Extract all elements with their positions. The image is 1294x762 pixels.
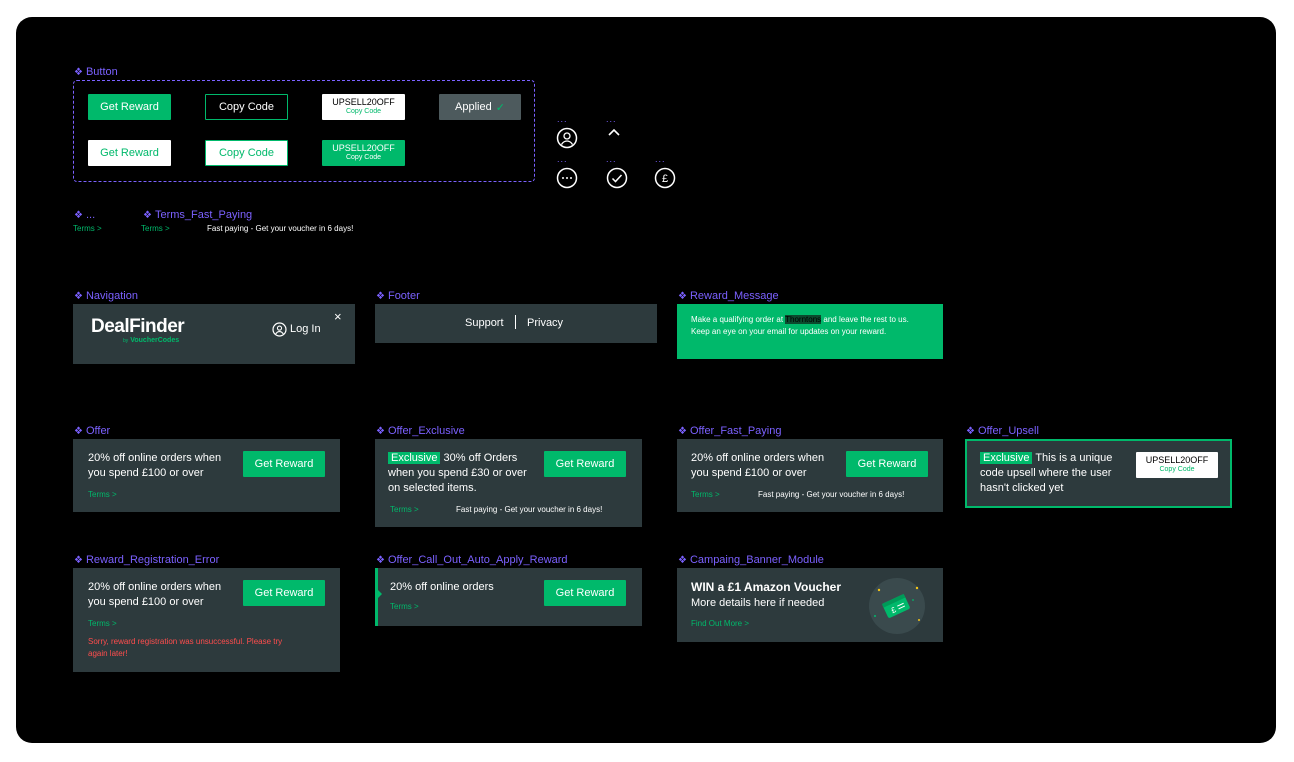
offer-upsell-card: Exclusive This is a unique code upsell w… [965,439,1232,508]
component-label: ❖ Campaing_Banner_Module [678,554,824,566]
terms-link[interactable]: Terms > [73,224,102,233]
campaign-subtitle: More details here if needed [691,597,825,609]
offer-text: Exclusive 30% off Orders when you spend … [388,452,527,494]
component-label: ❖ Footer [376,290,420,302]
offer-text: 20% off online orders when you spend £10… [691,452,825,479]
chevron-up-icon [608,128,620,136]
component-label: ❖ Offer_Call_Out_Auto_Apply_Reward [376,554,568,566]
logo[interactable]: DealFinder [91,316,185,338]
offer-callout-card: 20% off online orders Get Reward Terms > [375,568,642,626]
component-label: ❖ Navigation [74,290,138,302]
applied-button[interactable]: Applied ✓ [439,94,521,120]
fast-paying-text: Fast paying - Get your voucher in 6 days… [758,490,905,499]
offer-text: 20% off online orders [390,581,494,593]
component-label: ❖ Offer_Exclusive [376,425,465,437]
terms-link[interactable]: Terms > [390,505,419,514]
terms-link[interactable]: Terms > [390,602,419,611]
fast-paying-text: Fast paying - Get your voucher in 6 days… [456,505,603,514]
component-label: ❖ Offer_Upsell [966,425,1039,437]
terms-link[interactable]: Terms > [88,490,117,499]
component-label: ❖ Terms_Fast_Paying [143,209,253,221]
offer-text: Exclusive This is a unique code upsell w… [980,452,1113,494]
component-label: ❖ Reward_Message [678,290,779,302]
logo-sub: by VoucherCodes [123,337,180,344]
more-icon [556,167,578,189]
campaign-title: WIN a £1 Amazon Voucher [691,580,842,594]
user-icon [272,322,287,337]
divider [515,315,516,329]
support-link[interactable]: Support [465,316,504,331]
user-icon [556,127,578,149]
find-out-more-link[interactable]: Find Out More > [691,619,749,628]
code-button[interactable]: UPSELL20OFF Copy Code [322,94,405,120]
get-reward-button[interactable]: Get Reward [846,451,928,477]
offer-card: 20% off online orders when you spend £10… [73,439,340,512]
get-reward-button[interactable]: Get Reward [243,580,325,606]
svg-text:£: £ [662,173,668,185]
reward-message-text: Make a qualifying order at Thorntons and… [691,315,909,336]
code-button[interactable]: UPSELL20OFF Copy Code [1136,452,1218,478]
offer-exclusive-card: Exclusive 30% off Orders when you spend … [375,439,642,527]
navigation-bar: DealFinder by VoucherCodes Log In × [73,304,355,364]
offer-fast-paying-card: 20% off online orders when you spend £10… [677,439,943,512]
exclusive-badge: Exclusive [388,452,441,464]
error-message: Sorry, reward registration was unsuccess… [88,637,283,658]
campaign-banner: WIN a £1 Amazon Voucher More details her… [677,568,943,642]
callout-arrow-icon [378,590,382,598]
terms-link[interactable]: Terms > [88,619,117,628]
copy-code-button[interactable]: Copy Code [205,94,288,120]
reward-error-card: 20% off online orders when you spend £10… [73,568,340,672]
terms-link[interactable]: Terms > [141,224,170,233]
icon-label: ... [655,154,666,164]
footer: Support Privacy [375,304,657,343]
terms-link[interactable]: Terms > [691,490,720,499]
get-reward-button[interactable]: Get Reward [88,94,171,120]
component-label: ❖ Offer [74,425,111,437]
component-label: ❖ Offer_Fast_Paying [678,425,782,437]
privacy-link[interactable]: Privacy [527,316,563,331]
get-reward-button-alt[interactable]: Get Reward [88,140,171,166]
icon-label: ... [606,154,617,164]
code-button-alt[interactable]: UPSELL20OFF Copy Code [322,140,405,166]
exclusive-badge: Exclusive [980,452,1033,464]
voucher-illustration-icon: £ [869,578,925,634]
design-canvas: ❖ Button Get Reward Copy Code UPSELL20OFF… [16,17,1276,743]
close-icon[interactable]: × [334,309,342,324]
check-icon: ✓ [495,101,505,114]
component-label: ❖ Button [74,66,118,78]
button-variants-frame: Get Reward Copy Code UPSELL20OFF Copy Cod… [73,80,535,182]
reward-message: Make a qualifying order at Thorntons and… [677,304,943,359]
component-label: ❖... [74,209,96,221]
get-reward-button[interactable]: Get Reward [544,451,626,477]
login-link[interactable]: Log In [290,322,321,337]
offer-text: 20% off online orders when you spend £10… [88,581,222,608]
copy-code-button-alt[interactable]: Copy Code [205,140,288,166]
get-reward-button[interactable]: Get Reward [243,451,325,477]
icon-label: ... [557,154,568,164]
component-label: ❖ Reward_Registration_Error [74,554,220,566]
icon-label: ... [557,114,568,124]
offer-text: 20% off online orders when you spend £10… [88,452,222,479]
pound-icon: £ [654,167,676,189]
fast-paying-text: Fast paying - Get your voucher in 6 days… [207,224,354,233]
get-reward-button[interactable]: Get Reward [544,580,626,606]
check-circle-icon [606,167,628,189]
